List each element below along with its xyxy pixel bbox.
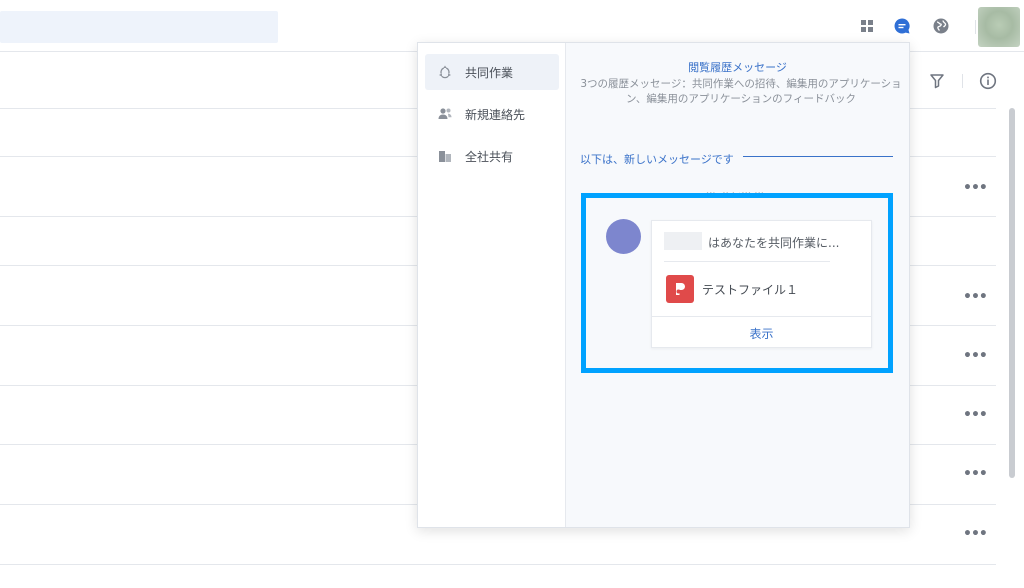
apps-grid-icon[interactable] xyxy=(858,17,876,35)
globe-icon[interactable] xyxy=(932,17,950,35)
more-options-button[interactable]: ••• xyxy=(963,467,988,481)
file-app-icon xyxy=(666,275,694,303)
sidebar-item-label: 共同作業 xyxy=(465,65,514,80)
sidebar-item-label: 全社共有 xyxy=(465,149,514,164)
sender-name xyxy=(664,232,702,250)
chat-bubble-icon[interactable] xyxy=(893,17,911,35)
company-share-icon xyxy=(437,148,453,164)
toolbar-separator xyxy=(962,74,963,88)
card-divider xyxy=(664,261,830,262)
more-options-button[interactable]: ••• xyxy=(963,527,988,541)
invite-text: はあなたを共同作業に... xyxy=(708,236,840,250)
sender-avatar xyxy=(606,219,641,254)
card-divider xyxy=(652,316,871,317)
message-category-sidebar: 共同作業 新規連絡先 全社共有 xyxy=(418,43,566,527)
message-card[interactable]: はあなたを共同作業に... テストファイル１ 表示 xyxy=(651,220,872,348)
file-name[interactable]: テストファイル１ xyxy=(702,281,798,298)
more-options-button[interactable]: ••• xyxy=(963,349,988,363)
contacts-icon xyxy=(437,106,453,122)
history-description: 3つの履歴メッセージ：共同作業への招待、編集用のアプリケーション、編集用のアプリ… xyxy=(580,78,902,105)
new-messages-divider xyxy=(743,156,893,157)
sidebar-item-company-share[interactable]: 全社共有 xyxy=(425,138,559,174)
more-options-button[interactable]: ••• xyxy=(963,181,988,195)
collaboration-icon xyxy=(437,64,453,80)
new-messages-label: 以下は、新しいメッセージです xyxy=(580,153,734,166)
sidebar-item-label: 新規連絡先 xyxy=(465,107,526,122)
history-messages-link[interactable]: 閲覧履歴メッセージ xyxy=(566,59,909,75)
message-popup: 共同作業 新規連絡先 全社共有 閲覧履歴メッセージ 3つの履歴メッセージ：共同作… xyxy=(417,42,910,528)
filter-icon[interactable] xyxy=(929,73,945,89)
more-options-button[interactable]: ••• xyxy=(963,408,988,422)
search-input[interactable] xyxy=(0,11,278,43)
top-separator xyxy=(975,20,976,34)
scrollbar[interactable] xyxy=(1009,108,1015,478)
view-button[interactable]: 表示 xyxy=(652,325,871,342)
user-avatar[interactable] xyxy=(978,7,1020,47)
sidebar-item-new-contacts[interactable]: 新規連絡先 xyxy=(425,96,559,132)
info-icon[interactable] xyxy=(979,72,997,90)
more-options-button[interactable]: ••• xyxy=(963,290,988,304)
message-panel: 閲覧履歴メッセージ 3つの履歴メッセージ：共同作業への招待、編集用のアプリケーシ… xyxy=(566,43,909,527)
sidebar-item-collaboration[interactable]: 共同作業 xyxy=(425,54,559,90)
